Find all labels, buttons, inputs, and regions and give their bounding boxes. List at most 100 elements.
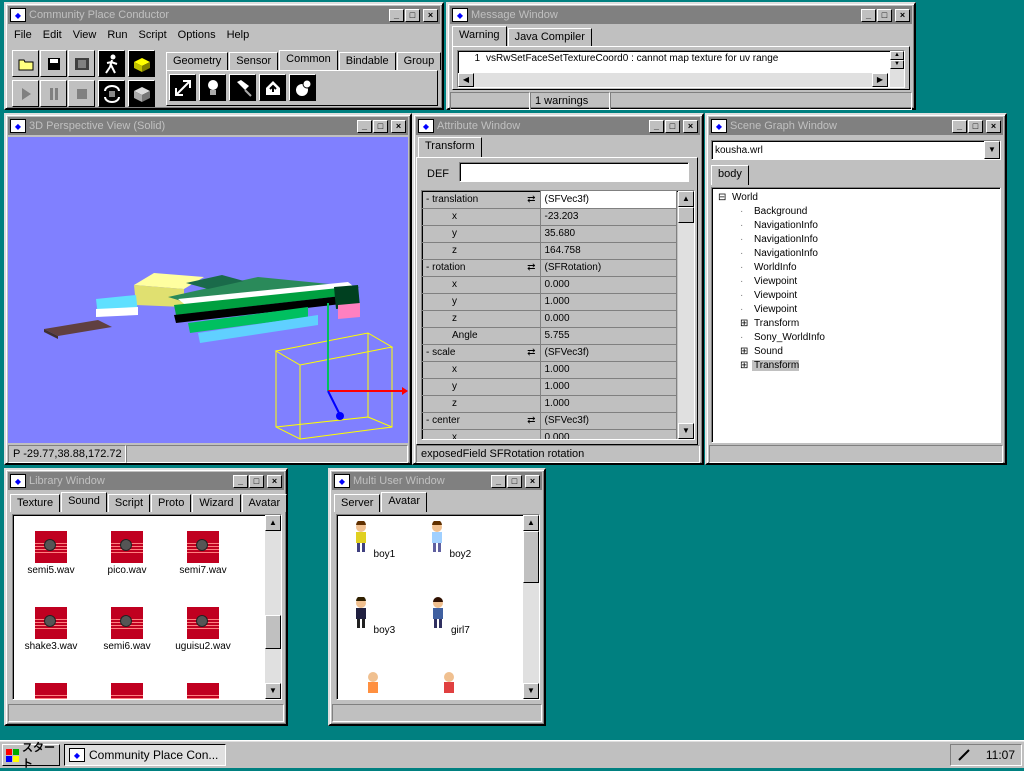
tree-node[interactable]: · Viewpoint	[718, 290, 1000, 304]
menu-view[interactable]: View	[69, 29, 104, 41]
minimize-button[interactable]: _	[357, 119, 372, 133]
scroll-thumb[interactable]	[678, 207, 694, 223]
attribute-row[interactable]: - scale ⇄ (SFVec3f)	[422, 344, 677, 362]
tab-bindable[interactable]: Bindable	[338, 52, 396, 70]
tab-group[interactable]: Group	[396, 52, 442, 70]
attribute-row[interactable]: x 1.000	[422, 361, 677, 379]
attribute-value[interactable]: 5.755	[540, 327, 677, 345]
tree-node[interactable]: · WorldInfo	[718, 262, 1000, 276]
attribute-value[interactable]: 1.000	[540, 395, 677, 413]
tree-node[interactable]: · Sony_WorldInfo	[718, 332, 1000, 346]
tree-node[interactable]: · Background	[718, 206, 1000, 220]
tab-sound[interactable]: Sound	[61, 492, 107, 512]
route-icon[interactable]: ⇄	[527, 194, 535, 205]
avatar-item[interactable]: boy1	[343, 520, 403, 560]
attribute-titlebar[interactable]: ◆ Attribute Window _ □ ×	[416, 117, 700, 135]
message-vscroll[interactable]: ▲ ▼	[890, 51, 904, 87]
attribute-value[interactable]: (SFRotation)	[540, 259, 677, 277]
library-titlebar[interactable]: ◆ Library Window _ □ ×	[8, 472, 284, 490]
scroll-up-arrow[interactable]: ▲	[523, 515, 539, 531]
tab-proto[interactable]: Proto	[151, 494, 192, 512]
minimize-button[interactable]: _	[389, 8, 404, 22]
attribute-value[interactable]: -23.203	[540, 208, 677, 226]
attribute-value[interactable]: 0.000	[540, 310, 677, 328]
menu-options[interactable]: Options	[174, 29, 223, 41]
route-icon[interactable]: ⇄	[527, 347, 535, 358]
attribute-row[interactable]: z 164.758	[422, 242, 677, 260]
walk-button[interactable]	[98, 50, 125, 77]
close-button[interactable]: ×	[895, 8, 910, 22]
attribute-row[interactable]: z 0.000	[422, 310, 677, 328]
maximize-button[interactable]: □	[665, 119, 680, 133]
attribute-value[interactable]: 0.000	[540, 429, 677, 439]
attribute-row[interactable]: x -23.203	[422, 208, 677, 226]
message-list[interactable]: 1 vsRwSetFaceSetTextureCoord0 : cannot ma…	[457, 50, 905, 88]
sound-item[interactable]: semi6.wav	[97, 607, 157, 652]
minimize-button[interactable]: _	[952, 119, 967, 133]
collapse-icon[interactable]: ⊟	[718, 192, 730, 203]
attribute-value[interactable]: (SFVec3f)	[540, 412, 677, 430]
box-button[interactable]	[128, 50, 155, 77]
scene-titlebar[interactable]: ◆ Scene Graph Window _ □ ×	[709, 117, 1003, 135]
maximize-button[interactable]: □	[249, 474, 264, 488]
play-button[interactable]	[12, 80, 39, 107]
view3d-titlebar[interactable]: ◆ 3D Perspective View (Solid) _ □ ×	[8, 117, 408, 135]
script-node-button[interactable]	[289, 74, 316, 101]
route-icon[interactable]: ⇄	[527, 262, 535, 273]
minimize-button[interactable]: _	[649, 119, 664, 133]
chevron-down-icon[interactable]: ▼	[984, 141, 1000, 159]
close-button[interactable]: ×	[267, 474, 282, 488]
tab-java-compiler[interactable]: Java Compiler	[507, 28, 592, 46]
tab-avatar[interactable]: Avatar	[241, 494, 288, 512]
avatar-item-partial[interactable]	[343, 671, 403, 699]
tab-common[interactable]: Common	[279, 50, 338, 70]
scroll-up-arrow[interactable]: ▲	[890, 51, 904, 60]
menu-script[interactable]: Script	[135, 29, 174, 41]
tree-node[interactable]: ⊟ World	[718, 192, 1000, 206]
maximize-button[interactable]: □	[877, 8, 892, 22]
sound-item[interactable]: uguisu2.wav	[173, 607, 233, 652]
attribute-value[interactable]: 1.000	[540, 361, 677, 379]
attribute-value[interactable]: 1.000	[540, 378, 677, 396]
attribute-value[interactable]: (SFVec3f)	[540, 191, 677, 209]
avatar-vscroll[interactable]: ▲ ▼	[523, 515, 539, 699]
route-icon[interactable]: ⇄	[527, 415, 535, 426]
avatar-item[interactable]: boy3	[343, 596, 403, 636]
scroll-left-arrow[interactable]: ◀	[458, 73, 474, 87]
scroll-down-arrow[interactable]: ▼	[523, 683, 539, 699]
attribute-row[interactable]: x 0.000	[422, 429, 677, 439]
conductor-titlebar[interactable]: ◆ Community Place Conductor _ □ ×	[8, 6, 440, 24]
avatar-item[interactable]: boy2	[419, 520, 479, 560]
tree-node[interactable]: · NavigationInfo	[718, 248, 1000, 262]
attribute-row[interactable]: - rotation ⇄ (SFRotation)	[422, 259, 677, 277]
message-line[interactable]: 1 vsRwSetFaceSetTextureCoord0 : cannot ma…	[458, 51, 904, 66]
viewport-3d[interactable]	[8, 137, 408, 443]
expand-icon[interactable]: ⊞	[740, 360, 752, 371]
scene-tree[interactable]: ⊟ World · Background · NavigationInfo · Navigat…	[711, 187, 1001, 443]
menu-run[interactable]: Run	[103, 29, 134, 41]
attribute-value[interactable]: 0.000	[540, 276, 677, 294]
sound-item[interactable]: semi5.wav	[21, 531, 81, 576]
library-vscroll[interactable]: ▲ ▼	[265, 515, 281, 699]
tab-transform[interactable]: Transform	[418, 137, 482, 157]
tree-node[interactable]: ⊞ Transform	[718, 360, 1000, 374]
maximize-button[interactable]: □	[507, 474, 522, 488]
tree-node[interactable]: · Viewpoint	[718, 276, 1000, 290]
tab-texture[interactable]: Texture	[10, 494, 61, 512]
scroll-thumb[interactable]	[265, 615, 281, 649]
task-button[interactable]: ◆ Community Place Con...	[64, 744, 226, 766]
tree-node[interactable]: ⊞ Transform	[718, 318, 1000, 332]
minimize-button[interactable]: _	[233, 474, 248, 488]
attribute-value[interactable]: 164.758	[540, 242, 677, 260]
tab-server[interactable]: Server	[334, 494, 381, 512]
maximize-button[interactable]: □	[405, 8, 420, 22]
rotate-button[interactable]	[98, 80, 125, 107]
tree-node[interactable]: · NavigationInfo	[718, 234, 1000, 248]
menu-file[interactable]: File	[10, 29, 39, 41]
attribute-value[interactable]: (SFVec3f)	[540, 344, 677, 362]
tab-body[interactable]: body	[711, 165, 749, 185]
scroll-up-arrow[interactable]: ▲	[678, 191, 694, 207]
attribute-row[interactable]: Angle 5.755	[422, 327, 677, 345]
close-button[interactable]: ×	[423, 8, 438, 22]
tab-warning[interactable]: Warning	[452, 26, 507, 46]
